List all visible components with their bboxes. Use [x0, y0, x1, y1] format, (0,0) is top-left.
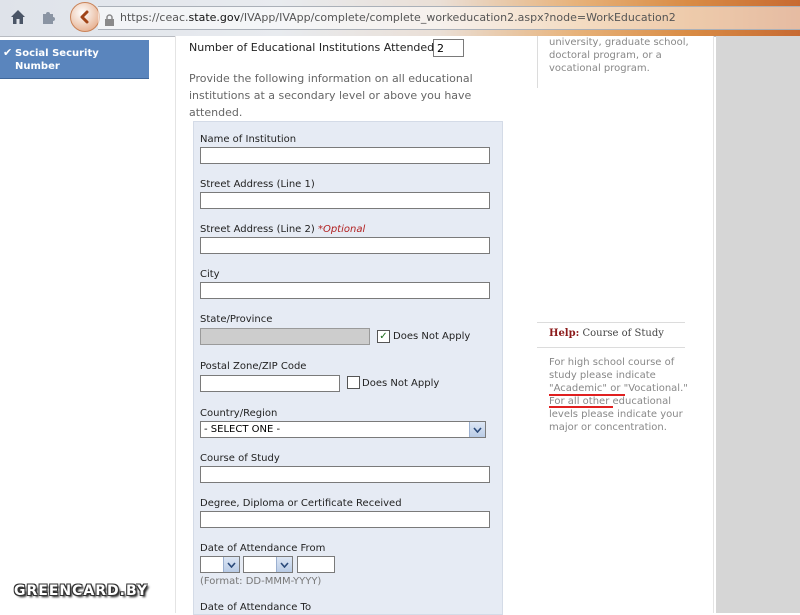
address-bar[interactable]: https://ceac.state.gov/IVApp/IVApp/compl…	[98, 6, 800, 30]
highlight-underline-academic	[549, 394, 625, 396]
date-from-day-select[interactable]	[200, 556, 240, 573]
state-input[interactable]	[200, 328, 370, 345]
highlight-underline-vocational	[549, 406, 613, 408]
num-institutions-input[interactable]	[433, 39, 464, 57]
course-input[interactable]	[200, 466, 490, 483]
help-title-text: Course of Study	[582, 328, 664, 339]
help-text-part1: For high school course of study please i…	[549, 357, 675, 381]
sidebar-item-label: Social Security Number	[15, 48, 99, 72]
help-divider-top	[537, 322, 685, 323]
optional-tag: *Optional	[317, 224, 366, 235]
state-label: State/Province	[200, 314, 273, 325]
date-from-year-input[interactable]	[297, 556, 335, 573]
right-margin	[716, 36, 800, 613]
degree-label: Degree, Diploma or Certificate Received	[200, 498, 402, 509]
checkmark-icon: ✔	[3, 46, 13, 59]
street2-label: Street Address (Line 2) *Optional	[200, 224, 365, 235]
url-prefix: https://ceac.	[120, 11, 189, 24]
back-button[interactable]	[70, 2, 100, 32]
postal-does-not-apply-label: Does Not Apply	[362, 378, 440, 389]
lock-icon	[104, 12, 115, 34]
city-input[interactable]	[200, 282, 490, 299]
intro-text: Provide the following information on all…	[189, 72, 473, 119]
num-institutions-label: Number of Educational Institutions Atten…	[189, 41, 438, 54]
chevron-down-icon[interactable]	[469, 422, 485, 437]
help-vocational-term: "Vocational."	[623, 383, 688, 394]
street2-input[interactable]	[200, 237, 490, 254]
help-text-part2: For all other educational levels please …	[549, 396, 683, 433]
country-select[interactable]: - SELECT ONE -	[200, 421, 486, 438]
street1-input[interactable]	[200, 192, 490, 209]
street1-label: Street Address (Line 1)	[200, 179, 315, 190]
help-divider-vertical	[537, 36, 538, 88]
city-label: City	[200, 269, 220, 280]
puzzle-icon[interactable]	[36, 5, 60, 29]
help-title: Help: Course of Study	[549, 328, 664, 339]
date-to-label: Date of Attendance To	[200, 602, 312, 613]
browser-toolbar: https://ceac.state.gov/IVApp/IVApp/compl…	[0, 0, 800, 37]
street2-label-text: Street Address (Line 2)	[200, 224, 315, 235]
postal-does-not-apply-checkbox[interactable]	[347, 376, 360, 389]
country-select-value: - SELECT ONE -	[204, 424, 281, 435]
help-text-top: university, graduate school, doctoral pr…	[549, 37, 689, 74]
sidebar-item-social-security-number[interactable]: ✔ Social Security Number	[0, 40, 149, 79]
course-label: Course of Study	[200, 453, 280, 464]
url-path: /IVApp/IVApp/complete/complete_workeduca…	[240, 11, 676, 24]
url-text: https://ceac.state.gov/IVApp/IVApp/compl…	[120, 7, 676, 29]
chevron-down-icon[interactable]	[276, 557, 292, 572]
state-does-not-apply-checkbox[interactable]: ✓	[377, 330, 390, 343]
help-divider-bottom	[537, 347, 685, 348]
institution-name-input[interactable]	[200, 147, 490, 164]
date-from-label: Date of Attendance From	[200, 543, 326, 554]
country-label: Country/Region	[200, 408, 278, 419]
degree-input[interactable]	[200, 511, 490, 528]
watermark: GREENCARD.BY	[14, 583, 148, 599]
postal-input[interactable]	[200, 375, 340, 392]
help-academic-term: "Academic"	[549, 383, 608, 394]
date-format-hint: (Format: DD-MMM-YYYY)	[200, 576, 322, 587]
help-title-prefix: Help:	[549, 328, 580, 339]
date-from-month-select[interactable]	[243, 556, 293, 573]
chevron-down-icon[interactable]	[223, 557, 239, 572]
url-host: state.gov	[188, 11, 241, 24]
postal-label: Postal Zone/ZIP Code	[200, 361, 307, 372]
home-icon[interactable]	[6, 5, 30, 29]
help-text-or: or	[607, 383, 624, 394]
state-does-not-apply-label: Does Not Apply	[393, 331, 471, 342]
institution-name-label: Name of Institution	[200, 134, 297, 145]
